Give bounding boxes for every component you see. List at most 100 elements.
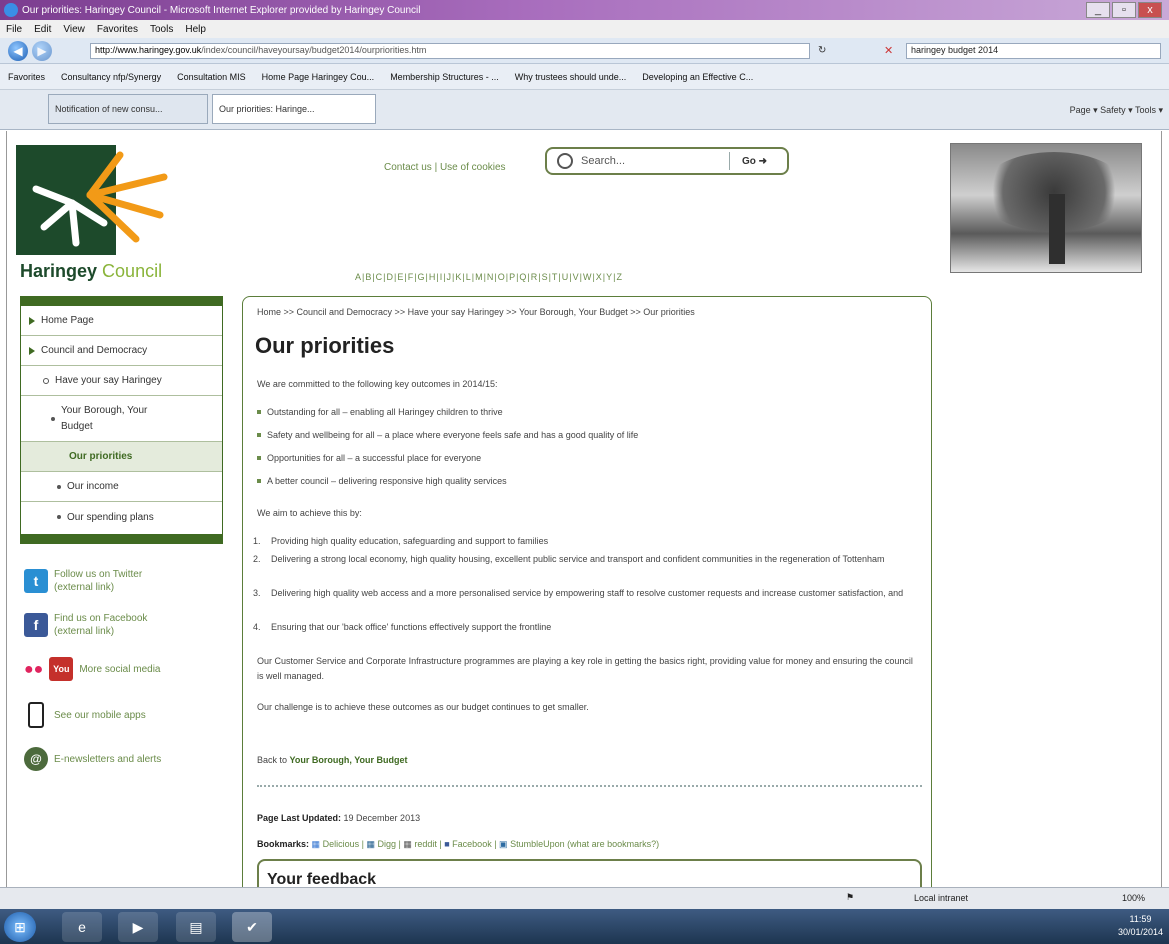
facebook-icon: ■ xyxy=(444,839,450,849)
facebook-link[interactable]: f Find us on Facebook (external link) xyxy=(24,612,174,638)
outcome-item: Outstanding for all – enabling all Harin… xyxy=(257,407,503,417)
clock[interactable]: 11:59 30/01/2014 xyxy=(1118,913,1163,939)
back-to-budget-link[interactable]: Your Borough, Your Budget xyxy=(290,755,408,765)
site-search-input[interactable]: Search... xyxy=(581,155,721,167)
bookmark-reddit[interactable]: reddit xyxy=(414,839,437,849)
brand-sub: Council xyxy=(102,261,163,281)
bookmarks-label: Bookmarks: xyxy=(257,839,310,849)
favorite-link-2[interactable]: Consultation MIS xyxy=(177,72,246,82)
nav-our-priorities[interactable]: Our priorities xyxy=(21,442,222,472)
tab-bar: Notification of new consu... Our priorit… xyxy=(0,90,1169,130)
nav-our-income[interactable]: Our income xyxy=(21,472,222,502)
menu-view[interactable]: View xyxy=(63,24,85,35)
window-title-bar: Our priorities: Haringey Council - Micro… xyxy=(0,0,1169,20)
nav-have-your-say[interactable]: Have your say Haringey xyxy=(21,366,222,396)
refresh-icon[interactable]: ↻ xyxy=(818,45,826,56)
url-host: http://www.haringey.gov.uk xyxy=(95,45,202,55)
brand-name[interactable]: Haringey Council xyxy=(20,261,162,282)
nav-home-page[interactable]: Home Page xyxy=(21,306,222,336)
window-title: Our priorities: Haringey Council - Micro… xyxy=(22,4,421,16)
brand-main: Haringey xyxy=(20,261,98,281)
mobile-apps-link[interactable]: See our mobile apps xyxy=(24,702,146,728)
nav-label: Our income xyxy=(67,481,119,492)
nav-label: Your Borough, Your Budget xyxy=(61,404,148,432)
twitter-icon: t xyxy=(24,569,48,593)
twitter-label: Follow us on Twitter (external link) xyxy=(54,569,143,593)
nav-our-spending-plans[interactable]: Our spending plans xyxy=(21,502,222,532)
start-button[interactable]: ⊞ xyxy=(4,912,36,942)
menu-edit[interactable]: Edit xyxy=(34,24,51,35)
tab-our-priorities[interactable]: Our priorities: Haringe... xyxy=(212,94,376,124)
aim-number: 3. xyxy=(253,588,261,598)
delicious-icon: ▦ xyxy=(311,839,321,849)
mobile-label: See our mobile apps xyxy=(54,709,146,721)
maximize-button[interactable]: ▫ xyxy=(1112,2,1136,18)
flickr-icon: ●● xyxy=(24,660,44,678)
media-player-icon[interactable]: ▶ xyxy=(118,912,158,942)
bookmark-facebook[interactable]: Facebook xyxy=(452,839,492,849)
favorite-link-5[interactable]: Why trustees should unde... xyxy=(515,72,627,82)
outcome-text: Safety and wellbeing for all – a place w… xyxy=(267,430,639,440)
menu-file[interactable]: File xyxy=(6,24,22,35)
go-label: Go xyxy=(742,155,756,167)
arrow-right-icon xyxy=(29,316,35,325)
aim-intro-text: We aim to achieve this by: xyxy=(257,508,362,518)
programmes-paragraph: Our Customer Service and Corporate Infra… xyxy=(257,656,913,681)
zone-label: Local intranet xyxy=(914,893,969,903)
search-separator xyxy=(729,152,730,170)
bookmark-stumbleupon[interactable]: StumbleUpon xyxy=(510,839,565,849)
favorite-link-6[interactable]: Developing an Effective C... xyxy=(642,72,753,82)
digg-icon: ▦ xyxy=(366,839,375,849)
nav-label: Home Page xyxy=(41,315,94,326)
tasks-icon[interactable]: ✔ xyxy=(232,912,272,942)
back-button[interactable]: ◀ xyxy=(8,41,28,61)
forward-button[interactable]: ▶ xyxy=(32,41,52,61)
top-links[interactable]: Contact us | Use of cookies xyxy=(384,162,506,173)
bookmark-digg[interactable]: Digg xyxy=(377,839,396,849)
mobile-phone-icon xyxy=(28,702,44,728)
outcome-text: A better council – delivering responsive… xyxy=(267,476,507,486)
nav-council-democracy[interactable]: Council and Democracy xyxy=(21,336,222,366)
menu-favorites[interactable]: Favorites xyxy=(97,24,138,35)
newsletter-label: E-newsletters and alerts xyxy=(54,753,162,765)
aim-text: Delivering high quality web access and a… xyxy=(271,588,904,598)
url-path: /index/council/haveyoursay/budget2014/ou… xyxy=(201,45,427,55)
taskbar: ⊞ e ▶ ▤ ✔ 11:59 30/01/2014 xyxy=(0,909,1169,944)
newsletter-link[interactable]: @ E-newsletters and alerts xyxy=(24,747,161,771)
url-field[interactable]: http://www.haringey.gov.uk/index/council… xyxy=(90,43,810,59)
bookmarks-help-link[interactable]: (what are bookmarks?) xyxy=(567,839,659,849)
ie-taskbar-icon[interactable]: e xyxy=(62,912,102,942)
go-button[interactable]: Go ➜ xyxy=(742,156,767,167)
bullet-icon xyxy=(257,456,261,460)
breadcrumb[interactable]: Home >> Council and Democracy >> Have yo… xyxy=(257,307,695,317)
menu-tools[interactable]: Tools xyxy=(150,24,173,35)
minimize-button[interactable]: _ xyxy=(1086,2,1110,18)
zoom-level[interactable]: 100% xyxy=(1122,893,1145,903)
feedback-title: Your feedback xyxy=(267,871,377,887)
favorite-link-1[interactable]: Consultancy nfp/Synergy xyxy=(61,72,161,82)
command-bar[interactable]: Page ▾ Safety ▾ Tools ▾ xyxy=(1070,105,1163,116)
favorites-button[interactable]: Favorites xyxy=(8,72,45,82)
nav-your-borough[interactable]: Your Borough, Your Budget xyxy=(21,396,222,442)
favorite-link-3[interactable]: Home Page Haringey Cou... xyxy=(262,72,375,82)
nav-label: Our priorities xyxy=(69,451,133,462)
az-index[interactable]: A|B|C|D|E|F|G|H|I|J|K|L|M|N|O|P|Q|R|S|T|… xyxy=(355,272,623,282)
bullet-icon xyxy=(257,410,261,414)
at-sign-icon: @ xyxy=(24,747,48,771)
folder-icon[interactable]: ▤ xyxy=(176,912,216,942)
close-window-button[interactable]: x xyxy=(1138,2,1162,18)
favorite-link-4[interactable]: Membership Structures - ... xyxy=(390,72,499,82)
youtube-icon: You xyxy=(49,657,74,681)
menu-help[interactable]: Help xyxy=(185,24,206,35)
search-icon xyxy=(557,153,573,169)
intro-text: We are committed to the following key ou… xyxy=(257,379,498,389)
bookmark-delicious[interactable]: Delicious xyxy=(323,839,360,849)
more-social-link[interactable]: ●● You More social media xyxy=(24,657,160,681)
bullet-icon xyxy=(57,515,61,519)
tab-notification[interactable]: Notification of new consu... xyxy=(48,94,208,124)
stop-icon[interactable]: ✕ xyxy=(884,44,893,57)
ie-logo-icon xyxy=(4,3,18,17)
browser-search-input[interactable]: haringey budget 2014 xyxy=(906,43,1161,59)
twitter-link[interactable]: t Follow us on Twitter (external link) xyxy=(24,568,174,594)
aim-number: 4. xyxy=(253,622,261,632)
